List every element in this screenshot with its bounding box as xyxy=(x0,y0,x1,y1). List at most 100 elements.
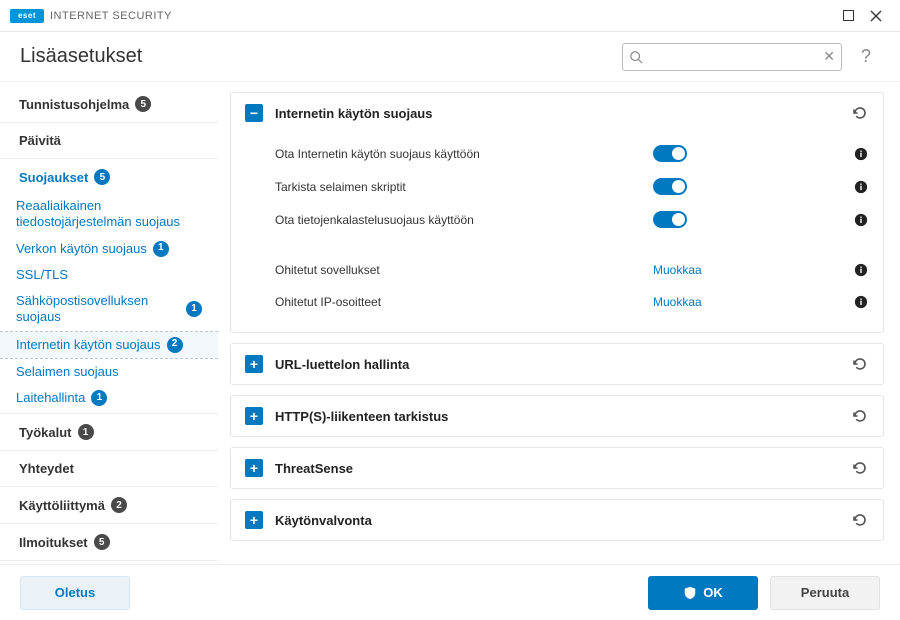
toggle[interactable] xyxy=(653,211,687,228)
badge: 5 xyxy=(135,96,151,112)
sidebar-item-connections[interactable]: Yhteydet xyxy=(0,453,218,484)
sidebar-item-label: Työkalut xyxy=(19,425,72,440)
search-input[interactable] xyxy=(643,50,823,64)
sidebar-item-update[interactable]: Päivitä xyxy=(0,125,218,156)
revert-button[interactable] xyxy=(849,458,869,478)
square-icon xyxy=(843,10,854,21)
undo-icon xyxy=(851,105,867,121)
default-button[interactable]: Oletus xyxy=(20,576,130,610)
content: − Internetin käytön suojaus Ota Internet… xyxy=(218,82,900,564)
sidebar-item-ssl-tls[interactable]: SSL/TLS xyxy=(0,262,218,288)
panel-header[interactable]: − Internetin käytön suojaus xyxy=(231,93,883,133)
sidebar-item-realtime-protection[interactable]: Reaaliaikainen tiedostojärjestelmän suoj… xyxy=(0,193,218,236)
search-box[interactable]: ✕ xyxy=(622,43,842,71)
revert-button[interactable] xyxy=(849,510,869,530)
panel-header[interactable]: + ThreatSense xyxy=(231,448,883,488)
undo-icon xyxy=(851,512,867,528)
sidebar-item-web-protection[interactable]: Internetin käytön suojaus 2 xyxy=(0,331,218,359)
brand-logo: eset xyxy=(10,9,44,23)
panel-web-protection: − Internetin käytön suojaus Ota Internet… xyxy=(230,92,884,333)
info-button[interactable] xyxy=(853,212,869,228)
header: Lisäasetukset ✕ ? xyxy=(0,32,900,82)
sidebar-item-label: Reaaliaikainen tiedostojärjestelmän suoj… xyxy=(16,198,202,231)
info-button[interactable] xyxy=(853,179,869,195)
badge: 1 xyxy=(186,301,202,317)
brand: eset INTERNET SECURITY xyxy=(10,9,172,23)
setting-label: Tarkista selaimen skriptit xyxy=(275,180,653,194)
setting-excluded-apps: Ohitetut sovellukset Muokkaa xyxy=(275,254,869,286)
panel-https-scan: + HTTP(S)-liikenteen tarkistus xyxy=(230,395,884,437)
badge: 1 xyxy=(91,390,107,406)
sidebar-item-ui[interactable]: Käyttöliittymä 2 xyxy=(0,489,218,521)
close-button[interactable] xyxy=(862,4,890,28)
panel-header[interactable]: + URL-luettelon hallinta xyxy=(231,344,883,384)
revert-button[interactable] xyxy=(849,354,869,374)
info-button[interactable] xyxy=(853,294,869,310)
panel-title: URL-luettelon hallinta xyxy=(275,357,837,372)
undo-icon xyxy=(851,356,867,372)
expand-icon[interactable]: + xyxy=(245,407,263,425)
badge: 5 xyxy=(94,534,110,550)
help-button[interactable]: ? xyxy=(852,46,880,67)
panel-title: Internetin käytön suojaus xyxy=(275,106,837,121)
sidebar-item-label: Yhteydet xyxy=(19,461,74,476)
panel-body: Ota Internetin käytön suojaus käyttöön T… xyxy=(231,133,883,332)
sidebar-item-tools[interactable]: Työkalut 1 xyxy=(0,416,218,448)
sidebar-item-protections[interactable]: Suojaukset 5 xyxy=(0,161,218,193)
clear-search-icon[interactable]: ✕ xyxy=(823,48,835,65)
setting-check-browser-scripts: Tarkista selaimen skriptit xyxy=(275,170,869,203)
undo-icon xyxy=(851,408,867,424)
sidebar-item-label: Käyttöliittymä xyxy=(19,498,105,513)
edit-link[interactable]: Muokkaa xyxy=(653,295,702,309)
panel-title: ThreatSense xyxy=(275,461,837,476)
badge: 1 xyxy=(78,424,94,440)
setting-enable-web-protection: Ota Internetin käytön suojaus käyttöön xyxy=(275,137,869,170)
ok-button[interactable]: OK xyxy=(648,576,758,610)
info-button[interactable] xyxy=(853,262,869,278)
collapse-icon[interactable]: − xyxy=(245,104,263,122)
toggle[interactable] xyxy=(653,178,687,195)
search-icon xyxy=(629,50,643,64)
sidebar-item-device-control[interactable]: Laitehallinta 1 xyxy=(0,385,218,411)
sidebar-item-label: SSL/TLS xyxy=(16,267,68,283)
sidebar-item-label: Verkon käytön suojaus xyxy=(16,241,147,257)
info-icon xyxy=(854,180,868,194)
sidebar-item-network-protection[interactable]: Verkon käytön suojaus 1 xyxy=(0,236,218,262)
maximize-button[interactable] xyxy=(834,4,862,28)
setting-excluded-ips: Ohitetut IP-osoitteet Muokkaa xyxy=(275,286,869,318)
expand-icon[interactable]: + xyxy=(245,459,263,477)
info-button[interactable] xyxy=(853,146,869,162)
panel-header[interactable]: + HTTP(S)-liikenteen tarkistus xyxy=(231,396,883,436)
edit-link[interactable]: Muokkaa xyxy=(653,263,702,277)
setting-label: Ohitetut IP-osoitteet xyxy=(275,295,653,309)
revert-button[interactable] xyxy=(849,406,869,426)
ok-label: OK xyxy=(703,585,723,600)
sidebar-item-label: Suojaukset xyxy=(19,170,88,185)
sidebar-item-detection-engine[interactable]: Tunnistusohjelma 5 xyxy=(0,88,218,120)
setting-label: Ohitetut sovellukset xyxy=(275,263,653,277)
toggle[interactable] xyxy=(653,145,687,162)
sidebar: Tunnistusohjelma 5 Päivitä Suojaukset 5 … xyxy=(0,82,218,564)
titlebar: eset INTERNET SECURITY xyxy=(0,0,900,32)
info-icon xyxy=(854,147,868,161)
panel-usage-control: + Käytönvalvonta xyxy=(230,499,884,541)
badge: 1 xyxy=(153,241,169,257)
sidebar-item-label: Internetin käytön suojaus xyxy=(16,337,161,353)
panel-header[interactable]: + Käytönvalvonta xyxy=(231,500,883,540)
cancel-button[interactable]: Peruuta xyxy=(770,576,880,610)
info-icon xyxy=(854,295,868,309)
sidebar-item-label: Päivitä xyxy=(19,133,61,148)
sidebar-item-privacy-settings[interactable]: Tietosuoja-asetukset xyxy=(0,563,218,564)
revert-button[interactable] xyxy=(849,103,869,123)
panel-url-list: + URL-luettelon hallinta xyxy=(230,343,884,385)
expand-icon[interactable]: + xyxy=(245,355,263,373)
badge: 2 xyxy=(167,337,183,353)
expand-icon[interactable]: + xyxy=(245,511,263,529)
sidebar-item-label: Ilmoitukset xyxy=(19,535,88,550)
body: Tunnistusohjelma 5 Päivitä Suojaukset 5 … xyxy=(0,82,900,564)
sidebar-item-browser-protection[interactable]: Selaimen suojaus xyxy=(0,359,218,385)
sidebar-item-notifications[interactable]: Ilmoitukset 5 xyxy=(0,526,218,558)
sidebar-item-email-protection[interactable]: Sähköpostisovelluksen suojaus 1 xyxy=(0,288,218,331)
badge: 2 xyxy=(111,497,127,513)
panel-title: Käytönvalvonta xyxy=(275,513,837,528)
